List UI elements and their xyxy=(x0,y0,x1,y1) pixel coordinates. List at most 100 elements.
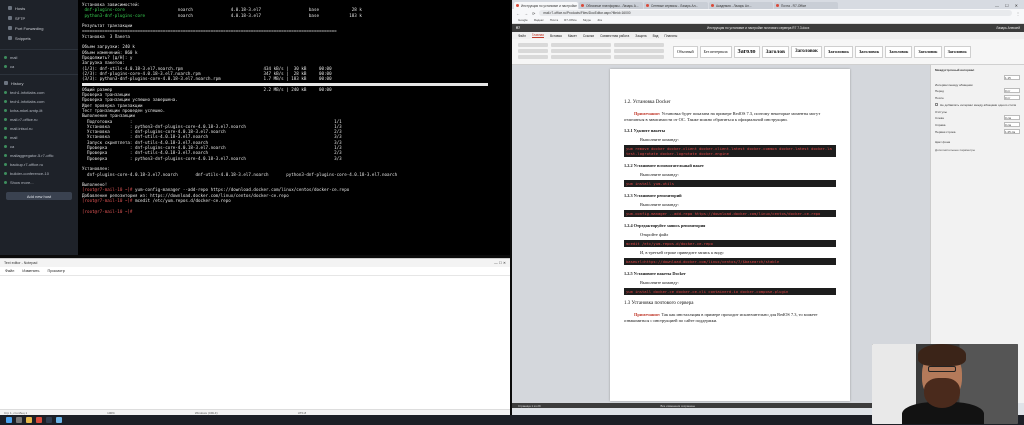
shell-prompt: [root@r7-mail-10 ~]# xyxy=(82,187,133,193)
notepad-text-area[interactable] xyxy=(0,276,510,409)
editor-logo[interactable]: R7 xyxy=(516,26,520,30)
font-group[interactable] xyxy=(551,42,611,61)
style-preset[interactable]: Заголо xyxy=(733,45,760,58)
bookmark-item[interactable]: Яндекс xyxy=(534,18,544,22)
style-preset[interactable]: Заголовок xyxy=(854,45,884,58)
bookmark-item[interactable]: Google xyxy=(518,18,528,22)
ribbon-tab[interactable]: Вид xyxy=(653,34,659,38)
explorer-icon[interactable] xyxy=(26,417,32,423)
document-canvas[interactable]: 1.2. Установка Docker Примечание: Устано… xyxy=(512,65,930,403)
terminal-icon[interactable] xyxy=(46,417,52,423)
browser-tab[interactable]: Инструкция по установке и настройке xyxy=(514,2,578,9)
ribbon-tab[interactable]: Макет xyxy=(568,34,577,38)
window-controls[interactable]: — ☐ ✕ xyxy=(494,261,506,265)
browser-tab[interactable]: Академия - Лазарь Ал... xyxy=(709,2,773,9)
webcam-overlay xyxy=(872,344,1018,424)
style-preset[interactable]: Заголовок xyxy=(943,45,971,58)
right-indent-label: Справа xyxy=(935,122,946,127)
sidebar-item[interactable]: Hosts xyxy=(4,3,74,13)
group-mail[interactable]: mail xyxy=(0,53,78,62)
ribbon-tab[interactable]: Вставка xyxy=(550,34,562,38)
right-indent-input[interactable]: 0 см xyxy=(1004,122,1020,127)
back-icon[interactable]: ← xyxy=(516,11,520,16)
history-host-item[interactable]: mail.intsol.ru xyxy=(0,124,78,133)
style-preset[interactable]: Обычный xyxy=(673,45,698,58)
document-page[interactable]: 1.2. Установка Docker Примечание: Устано… xyxy=(610,69,850,401)
code-block[interactable]: yum install yum-utils xyxy=(624,180,836,188)
history-host-item[interactable]: backup.r7-office.ru xyxy=(0,160,78,169)
search-icon[interactable] xyxy=(16,417,22,423)
style-preset[interactable]: Заголов xyxy=(761,45,789,58)
code-block[interactable]: baseurl=https://download.docker.com/linu… xyxy=(624,258,836,266)
url-input[interactable]: mail.r7-office.ru/Products/Files/DocEdit… xyxy=(539,10,1012,16)
history-item[interactable]: History xyxy=(0,78,78,88)
ribbon-tab[interactable]: Ссылки xyxy=(583,34,594,38)
history-host-item[interactable]: mail.r7-office.ru xyxy=(0,115,78,124)
bg-color-label[interactable]: Цвет фона xyxy=(935,140,950,144)
advanced-settings-link[interactable]: Дополнительные параметры xyxy=(935,148,1020,152)
menu-view[interactable]: Просмотр xyxy=(47,269,64,273)
style-preset[interactable]: Заголовок xyxy=(885,45,913,58)
bookmark-item[interactable]: R7-Office xyxy=(564,18,577,22)
after-input[interactable]: 0 пт xyxy=(1004,95,1020,100)
bookmark-item[interactable]: Skype xyxy=(583,18,591,22)
add-new-host-button[interactable]: Add new host xyxy=(6,192,72,200)
ribbon-tab[interactable]: Плагины xyxy=(664,34,677,38)
group-ca[interactable]: ca xyxy=(0,62,78,71)
package-details: noarch 4.0.18-3.el7 base 183 k xyxy=(145,12,362,18)
maximize-icon[interactable]: ☐ xyxy=(1005,3,1009,8)
notepad-icon[interactable] xyxy=(56,417,62,423)
ribbon-tab[interactable]: Защита xyxy=(635,34,646,38)
close-icon[interactable]: ✕ xyxy=(1015,3,1018,8)
menu-icon[interactable]: ⋮ xyxy=(1016,11,1020,16)
same-style-checkbox[interactable]: Не добавлять интервал между абзацами одн… xyxy=(935,103,1020,107)
history-host-item[interactable]: builder-conference-10 xyxy=(0,169,78,178)
before-input[interactable]: 0 пт xyxy=(1004,88,1020,93)
line-spacing-input[interactable]: 1.15 xyxy=(1004,75,1020,80)
browser-tab[interactable]: Почта - R7-Office xyxy=(774,2,838,9)
paragraph-group[interactable] xyxy=(614,42,664,61)
menu-edit[interactable]: Изменить xyxy=(22,269,39,273)
user-name[interactable]: Лазарь Алексей xyxy=(996,26,1020,30)
browser-tab[interactable]: Облачные платформы - Лазарь А... xyxy=(579,2,643,9)
ribbon-tab[interactable]: Файл xyxy=(518,34,526,38)
windows-start-icon[interactable] xyxy=(6,417,12,423)
style-preset[interactable]: Заголовок xyxy=(790,45,822,58)
code-block[interactable]: mcedit /etc/yum.repos.d/docker-ce.repo xyxy=(624,240,836,248)
history-host-item[interactable]: ca xyxy=(0,142,78,151)
browser-tab[interactable]: Сетевые сервисы - Лазарь Ал... xyxy=(644,2,708,9)
bookmark-item[interactable]: Почта xyxy=(550,18,558,22)
history-host-item[interactable]: mailaggregator-5.r7-offic xyxy=(0,151,78,160)
bookmark-item[interactable]: Jira xyxy=(597,18,602,22)
code-block[interactable]: yum remove docker docker-client docker-c… xyxy=(624,145,836,158)
history-host-item[interactable]: kvha-mkel-smtp-lit xyxy=(0,106,78,115)
terminal-output[interactable]: Установка зависимостей: dnf-plugins-core… xyxy=(78,0,510,255)
left-indent-input[interactable]: 0 см xyxy=(1004,115,1020,120)
minimize-icon[interactable]: — xyxy=(995,3,999,8)
sidebar-item[interactable]: Port Forwarding xyxy=(4,23,74,33)
first-line-input[interactable]: 1.25 см xyxy=(1004,129,1020,134)
tab-favicon-icon xyxy=(776,4,779,7)
style-preset[interactable]: Без интервала xyxy=(699,45,732,58)
tab-title: Академия - Лазарь Ал... xyxy=(716,3,752,8)
reload-icon[interactable]: ⟳ xyxy=(532,11,535,16)
window-controls[interactable]: — ☐ ✕ xyxy=(995,2,1022,9)
ribbon-tab[interactable]: Главная xyxy=(531,33,544,38)
ribbon-tab[interactable]: Совместная работа xyxy=(600,34,629,38)
host-label: backup.r7-office.ru xyxy=(10,162,44,167)
style-preset[interactable]: Заголовок xyxy=(914,45,942,58)
divider xyxy=(0,74,78,75)
history-host-item[interactable]: tech1.infotlabs.com xyxy=(0,97,78,106)
clipboard-group[interactable] xyxy=(518,42,548,61)
sidebar-item[interactable]: Snippets xyxy=(4,33,74,43)
sidebar-item[interactable]: SFTP xyxy=(4,13,74,23)
history-host-item[interactable]: Show more... xyxy=(0,178,78,187)
menu-file[interactable]: Файл xyxy=(5,269,14,273)
history-host-item[interactable]: tech1.infotlabs.com xyxy=(0,88,78,97)
code-block[interactable]: yum-config-manager --add-repo https://do… xyxy=(624,210,836,218)
code-block[interactable]: yum install docker-ce docker-ce-cli cont… xyxy=(624,288,836,296)
browser-icon[interactable] xyxy=(36,417,42,423)
forward-icon[interactable]: → xyxy=(524,11,528,16)
history-host-item[interactable]: mail xyxy=(0,133,78,142)
style-preset[interactable]: Заголовок xyxy=(823,45,853,58)
